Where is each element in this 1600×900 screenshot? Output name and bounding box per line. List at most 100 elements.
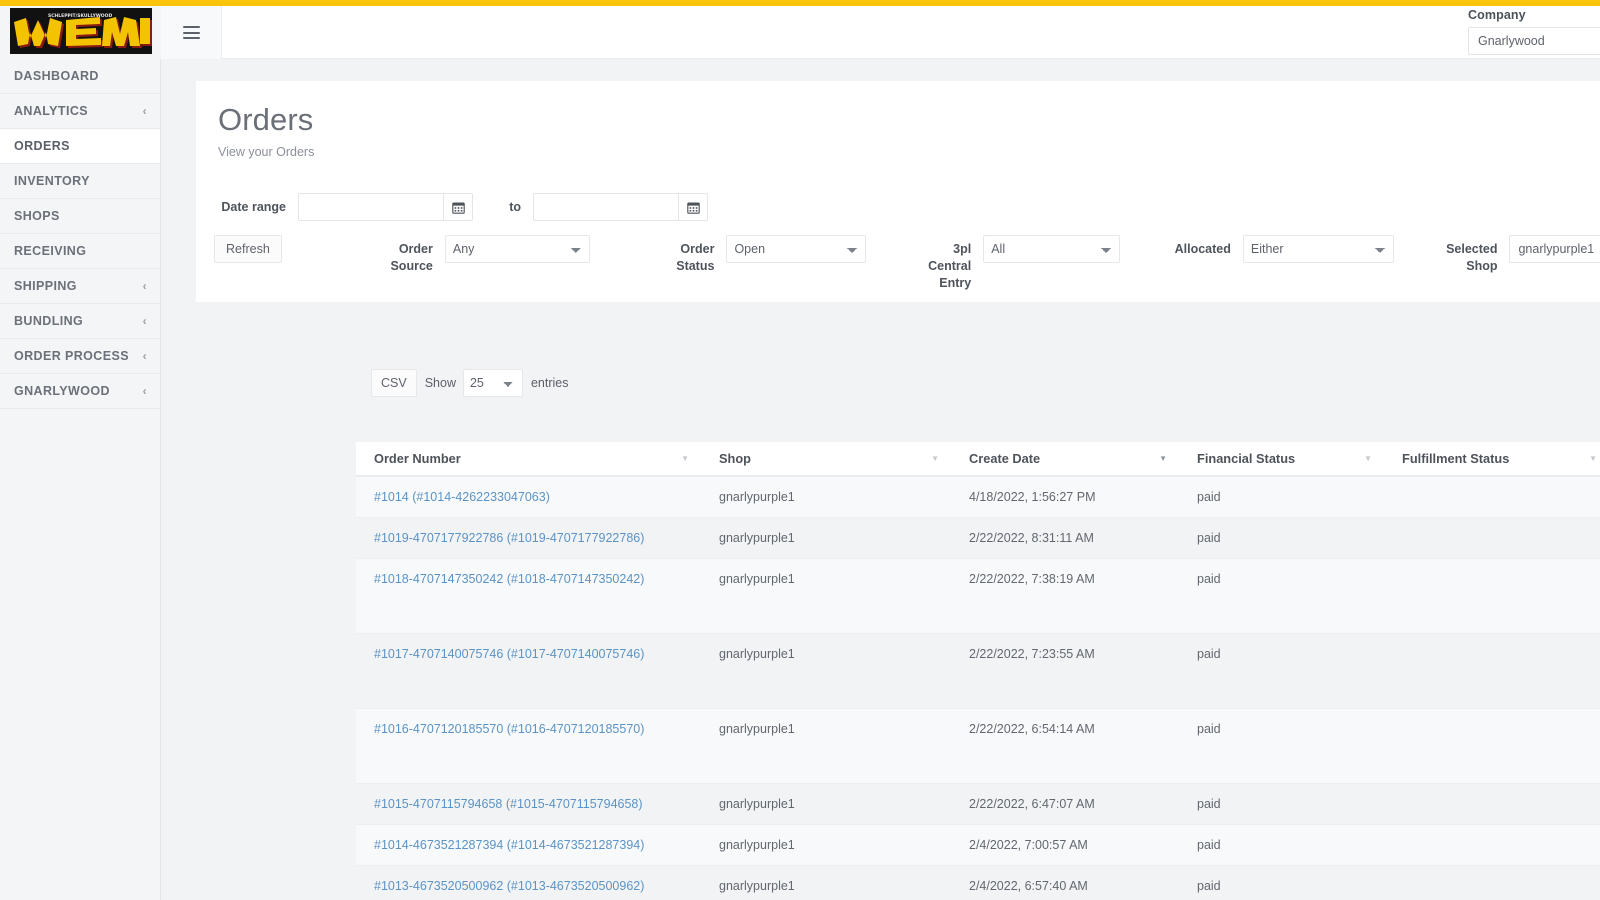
table-row[interactable]: #1014-4673521287394 (#1014-4673521287394…: [356, 824, 1600, 866]
cell-shop: gnarlypurple1: [701, 865, 951, 900]
order-link[interactable]: #1017-4707140075746 (#1017-4707140075746…: [374, 647, 644, 661]
order-link[interactable]: #1018-4707147350242 (#1018-4707147350242…: [374, 572, 644, 586]
column-header-shop[interactable]: Shop ▼: [701, 442, 951, 477]
sidebar-item-label: ANALYTICS: [14, 104, 88, 118]
date-to-group: [533, 193, 708, 221]
cell-shop: gnarlypurple1: [701, 708, 951, 784]
cell-shop: gnarlypurple1: [701, 517, 951, 559]
company-label: Company: [1468, 8, 1526, 22]
sidebar-item-shops[interactable]: SHOPS: [0, 199, 160, 234]
tpl-central-entry-select[interactable]: All: [983, 235, 1120, 263]
main-content: Orders View your Orders Create Upload Da…: [161, 59, 1600, 900]
sidebar-item-label: RECEIVING: [14, 244, 87, 258]
sidebar-toggle-button[interactable]: [161, 6, 222, 59]
entries-per-page-select[interactable]: 25: [462, 369, 523, 397]
cell-financial-status: paid: [1179, 708, 1384, 784]
allocated-select[interactable]: Either: [1242, 235, 1395, 263]
orders-table-head: Order Number ▼ Shop ▼ Create Date ▼ Fina…: [356, 442, 1600, 477]
table-row[interactable]: #1019-4707177922786 (#1019-4707177922786…: [356, 517, 1600, 559]
brand-accent-strip: [0, 0, 1600, 6]
entries-suffix-label: entries: [530, 376, 569, 390]
column-header-order-number[interactable]: Order Number ▼: [356, 442, 701, 477]
cell-financial-status: paid: [1179, 783, 1384, 825]
sidebar-item-shipping[interactable]: SHIPPING ‹: [0, 269, 160, 304]
date-to-label: to: [509, 200, 521, 214]
order-link[interactable]: #1015-4707115794658 (#1015-4707115794658…: [374, 797, 643, 811]
order-link[interactable]: #1013-4673520500962 (#1013-4673520500962…: [374, 879, 644, 893]
table-row[interactable]: #1016-4707120185570 (#1016-4707120185570…: [356, 708, 1600, 784]
cell-order-number: #1019-4707177922786 (#1019-4707177922786…: [356, 517, 701, 559]
sidebar-item-dashboard[interactable]: DASHBOARD: [0, 59, 160, 94]
chevron-left-icon: ‹: [142, 349, 147, 363]
refresh-button[interactable]: Refresh: [214, 235, 282, 263]
sort-indicator-icon: ▼: [1589, 453, 1597, 463]
cell-order-number: #1013-4673520500962 (#1013-4673520500962…: [356, 865, 701, 900]
sort-indicator-icon: ▼: [681, 453, 689, 463]
sidebar-item-order-process[interactable]: ORDER PROCESS ‹: [0, 339, 160, 374]
date-to-calendar-button[interactable]: [678, 193, 708, 221]
sidebar-item-receiving[interactable]: RECEIVING: [0, 234, 160, 269]
table-row[interactable]: #1013-4673520500962 (#1013-4673520500962…: [356, 865, 1600, 900]
order-link[interactable]: #1014-4673521287394 (#1014-4673521287394…: [374, 838, 644, 852]
column-header-financial-status[interactable]: Financial Status ▼: [1179, 442, 1384, 477]
order-source-select[interactable]: Any: [444, 235, 591, 263]
sort-indicator-icon: ▼: [931, 453, 939, 463]
sidebar-item-label: SHIPPING: [14, 279, 77, 293]
logo-svg: SCHLEPPIT/SKULLYWOOD: [5, 5, 156, 58]
column-header-fulfillment-status[interactable]: Fulfillment Status ▼: [1384, 442, 1600, 477]
app-logo[interactable]: SCHLEPPIT/SKULLYWOOD: [0, 0, 161, 59]
sidebar-item-bundling[interactable]: BUNDLING ‹: [0, 304, 160, 339]
date-to-input[interactable]: [533, 193, 678, 221]
top-bar: Company Gnarlywood: [161, 6, 1600, 59]
cell-order-number: #1014 (#1014-4262233047063): [356, 476, 701, 518]
order-link[interactable]: #1016-4707120185570 (#1016-4707120185570…: [374, 722, 644, 736]
hamburger-icon: [182, 26, 200, 39]
selected-shop-label: Selected Shop: [1446, 242, 1498, 273]
date-from-group: [298, 193, 473, 221]
cell-financial-status: paid: [1179, 517, 1384, 559]
sidebar-item-label: DASHBOARD: [14, 69, 99, 83]
sidebar-item-orders[interactable]: ORDERS: [0, 129, 160, 164]
table-row[interactable]: #1017-4707140075746 (#1017-4707140075746…: [356, 633, 1600, 709]
date-from-input[interactable]: [298, 193, 443, 221]
filter-row-selects: Refresh Order Source Any Order Status Op…: [214, 235, 1600, 292]
cell-financial-status: paid: [1179, 558, 1384, 634]
order-link[interactable]: #1014 (#1014-4262233047063): [374, 490, 550, 504]
column-label: Financial Status: [1197, 451, 1296, 466]
cell-fulfillment-status: [1384, 824, 1600, 866]
sidebar-item-gnarlywood[interactable]: GNARLYWOOD ‹: [0, 374, 160, 409]
column-header-create-date[interactable]: Create Date ▼: [951, 442, 1179, 477]
date-from-calendar-button[interactable]: [443, 193, 473, 221]
filters-panel: Date range to Refresh Order Source Any O…: [196, 177, 1600, 302]
sidebar: SCHLEPPIT/SKULLYWOOD DASHBOARD ANALYTICS…: [0, 0, 161, 900]
filter-row-dates: Date range to: [214, 193, 1600, 221]
cell-create-date: 2/22/2022, 6:47:07 AM: [951, 783, 1179, 825]
cell-fulfillment-status: [1384, 865, 1600, 900]
table-row[interactable]: #1018-4707147350242 (#1018-4707147350242…: [356, 558, 1600, 634]
calendar-icon: [451, 201, 465, 214]
column-label: Order Number: [374, 451, 461, 466]
selected-shop-input[interactable]: gnarlypurple1: [1509, 235, 1600, 263]
sort-indicator-desc-icon: ▼: [1159, 453, 1167, 463]
cell-create-date: 2/22/2022, 8:31:11 AM: [951, 517, 1179, 559]
cell-shop: gnarlypurple1: [701, 824, 951, 866]
sidebar-item-label: GNARLYWOOD: [14, 384, 110, 398]
orders-table-wrap: Order Number ▼ Shop ▼ Create Date ▼ Fina…: [356, 442, 1600, 900]
company-select[interactable]: Gnarlywood: [1468, 27, 1600, 55]
cell-create-date: 4/18/2022, 1:56:27 PM: [951, 476, 1179, 518]
sidebar-item-analytics[interactable]: ANALYTICS ‹: [0, 94, 160, 129]
cell-fulfillment-status: [1384, 476, 1600, 518]
sidebar-item-label: INVENTORY: [14, 174, 90, 188]
order-source-label: Order Source: [390, 242, 433, 273]
order-status-select[interactable]: Open: [726, 235, 866, 263]
chevron-left-icon: ‹: [142, 384, 147, 398]
table-row[interactable]: #1014 (#1014-4262233047063) gnarlypurple1…: [356, 476, 1600, 518]
selected-shop-value: gnarlypurple1: [1518, 242, 1595, 256]
table-row[interactable]: #1015-4707115794658 (#1015-4707115794658…: [356, 783, 1600, 825]
cell-fulfillment-status: [1384, 633, 1600, 709]
sidebar-item-inventory[interactable]: INVENTORY: [0, 164, 160, 199]
order-link[interactable]: #1019-4707177922786 (#1019-4707177922786…: [374, 531, 644, 545]
page-subtitle: View your Orders: [218, 145, 315, 160]
orders-page: SCHLEPPIT/SKULLYWOOD DASHBOARD ANALYTICS…: [0, 0, 1600, 900]
csv-export-button[interactable]: CSV: [371, 369, 417, 397]
